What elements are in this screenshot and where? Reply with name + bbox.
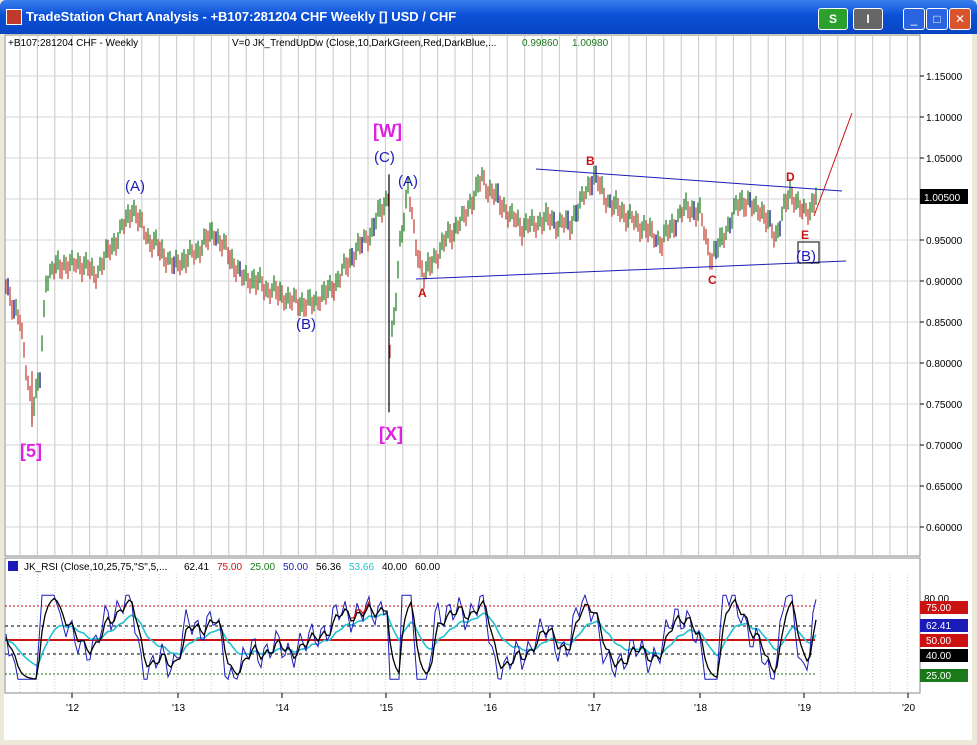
price-y-tick-label: 0.75000 <box>926 400 963 411</box>
wave-label-w: [W] <box>373 121 402 141</box>
rsi-value-8: 60.00 <box>415 562 440 573</box>
x-tick-label: '13 <box>172 703 185 714</box>
rsi-box-62-text: 62.41 <box>926 621 951 632</box>
price-y-tick-label: 1.10000 <box>926 113 963 124</box>
rsi-box-40-text: 40.00 <box>926 651 951 662</box>
price-y-tick-label: 0.65000 <box>926 482 963 493</box>
x-tick-label: '17 <box>588 703 601 714</box>
wave-label-5: [5] <box>20 441 42 461</box>
x-tick-label: '12 <box>66 703 79 714</box>
rsi-value-4: 50.00 <box>283 562 308 573</box>
i-button[interactable]: I <box>853 8 883 30</box>
wave-label-small-b: B <box>586 154 595 168</box>
indicator-label: V=0 JK_TrendUpDw (Close,10,DarkGreen,Red… <box>232 38 496 49</box>
price-y-tick-label: 0.70000 <box>926 441 963 452</box>
wave-label-x: [X] <box>379 424 403 444</box>
x-tick-label: '15 <box>380 703 393 714</box>
current-price: 1.00500 <box>924 193 961 204</box>
x-tick-label: '20 <box>902 703 915 714</box>
x-axis: '12 '13 '14 '15 '16 '17 '18 '19 '20 <box>66 693 915 714</box>
wave-label-small-c: C <box>708 273 717 287</box>
wave-label-b2: (B) <box>796 248 816 265</box>
window-title: TradeStation Chart Analysis - +B107:2812… <box>26 9 457 24</box>
minimize-button[interactable]: _ <box>903 8 925 30</box>
rsi-color-square <box>8 561 18 571</box>
chart-area[interactable]: +B107:281204 CHF - Weekly V=0 JK_TrendUp… <box>4 34 972 740</box>
rsi-value-2: 75.00 <box>217 562 242 573</box>
price-y-tick-label: 0.80000 <box>926 359 963 370</box>
indicator-value-2: 1.00980 <box>572 38 609 49</box>
wave-label-small-e: E <box>801 228 809 242</box>
maximize-button[interactable]: □ <box>926 8 948 30</box>
chart-svg: +B107:281204 CHF - Weekly V=0 JK_TrendUp… <box>4 34 968 714</box>
symbol-label: +B107:281204 CHF - Weekly <box>8 38 138 49</box>
wave-label-small-a: A <box>418 286 427 300</box>
wave-label-b1: (B) <box>296 316 316 333</box>
rsi-box-75-text: 75.00 <box>926 603 951 614</box>
app-icon <box>6 9 22 25</box>
price-y-tick-label: 0.95000 <box>926 236 963 247</box>
x-tick-label: '18 <box>694 703 707 714</box>
rsi-value-7: 40.00 <box>382 562 407 573</box>
rsi-label: JK_RSI (Close,10,25,75,"S",5,... <box>24 562 167 573</box>
price-y-axis: 1.150001.100001.050001.000000.950000.900… <box>920 72 963 534</box>
wave-label-a2: (A) <box>398 173 418 190</box>
x-tick-label: '14 <box>276 703 289 714</box>
rsi-box-50-text: 50.00 <box>926 636 951 647</box>
s-button[interactable]: S <box>818 8 848 30</box>
indicator-value-1: 0.99860 <box>522 38 559 49</box>
wave-label-a1: (A) <box>125 178 145 195</box>
x-tick-label: '16 <box>484 703 497 714</box>
rsi-value-1: 62.41 <box>184 562 209 573</box>
rsi-value-3: 25.00 <box>250 562 275 573</box>
title-bar[interactable]: TradeStation Chart Analysis - +B107:2812… <box>0 0 977 34</box>
price-y-tick-label: 0.60000 <box>926 523 963 534</box>
wave-label-c1: (C) <box>374 149 395 166</box>
price-y-tick-label: 0.90000 <box>926 277 963 288</box>
close-button[interactable]: ✕ <box>949 8 971 30</box>
wave-label-small-d: D <box>786 170 795 184</box>
rsi-value-6: 53.66 <box>349 562 374 573</box>
x-tick-label: '19 <box>798 703 811 714</box>
price-y-tick-label: 1.05000 <box>926 154 963 165</box>
rsi-value-5: 56.36 <box>316 562 341 573</box>
price-y-tick-label: 1.15000 <box>926 72 963 83</box>
rsi-box-25-text: 25.00 <box>926 671 951 682</box>
price-y-tick-label: 0.85000 <box>926 318 963 329</box>
